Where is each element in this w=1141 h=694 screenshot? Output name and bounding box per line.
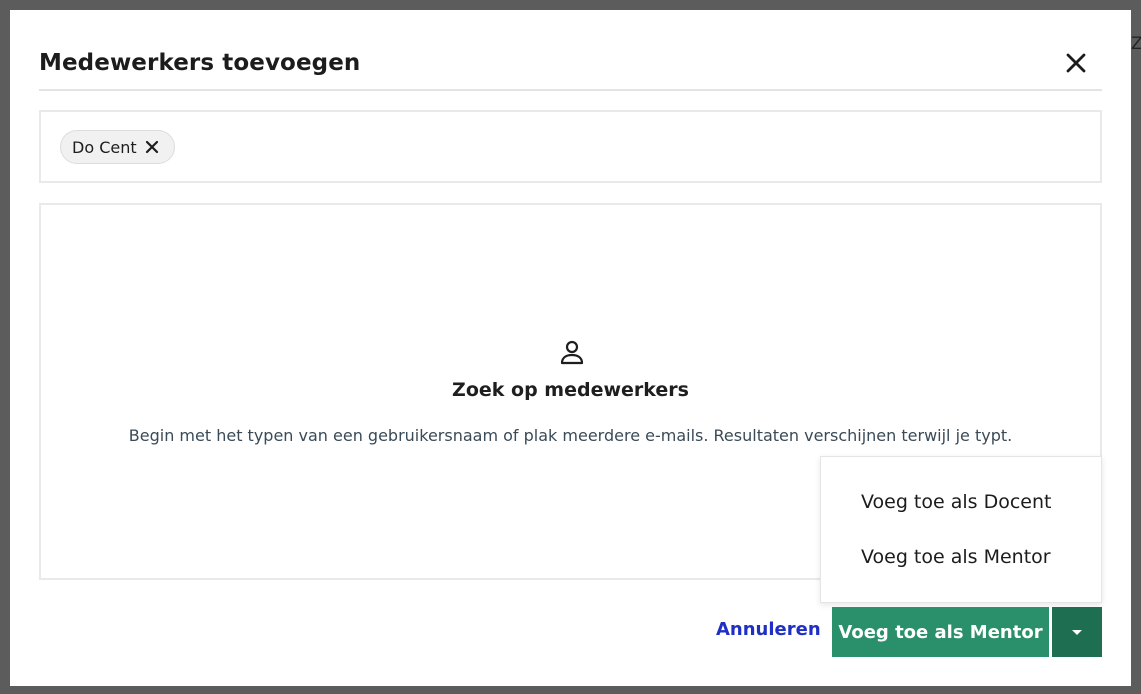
- close-button[interactable]: [1062, 49, 1090, 77]
- dialog-title: Medewerkers toevoegen: [39, 50, 361, 76]
- close-icon: [145, 140, 158, 154]
- chip-remove-button[interactable]: [144, 139, 160, 155]
- caret-down-icon: [1072, 630, 1082, 635]
- add-as-mentor-button[interactable]: Voeg toe als Mentor: [832, 607, 1049, 657]
- close-icon: [1066, 53, 1086, 73]
- role-dropdown-toggle[interactable]: [1052, 607, 1102, 657]
- add-staff-dialog: Medewerkers toevoegen Do Cent Zoek op me…: [10, 10, 1131, 686]
- dialog-header: Medewerkers toevoegen: [39, 47, 1102, 91]
- menu-item-add-as-docent[interactable]: Voeg toe als Docent: [861, 491, 1051, 513]
- selected-chip: Do Cent: [60, 130, 175, 164]
- selected-staff-input[interactable]: Do Cent: [39, 110, 1102, 183]
- add-role-menu: Voeg toe als Docent Voeg toe als Mentor: [820, 456, 1102, 603]
- empty-state-description: Begin met het typen van een gebruikersna…: [128, 426, 1013, 445]
- empty-state-title: Zoek op medewerkers: [452, 379, 689, 401]
- menu-item-add-as-mentor[interactable]: Voeg toe als Mentor: [861, 546, 1051, 568]
- user-icon: [560, 340, 584, 365]
- background-page-text: Zo: [1131, 34, 1141, 54]
- chip-label: Do Cent: [72, 137, 137, 157]
- cancel-button[interactable]: Annuleren: [716, 619, 821, 640]
